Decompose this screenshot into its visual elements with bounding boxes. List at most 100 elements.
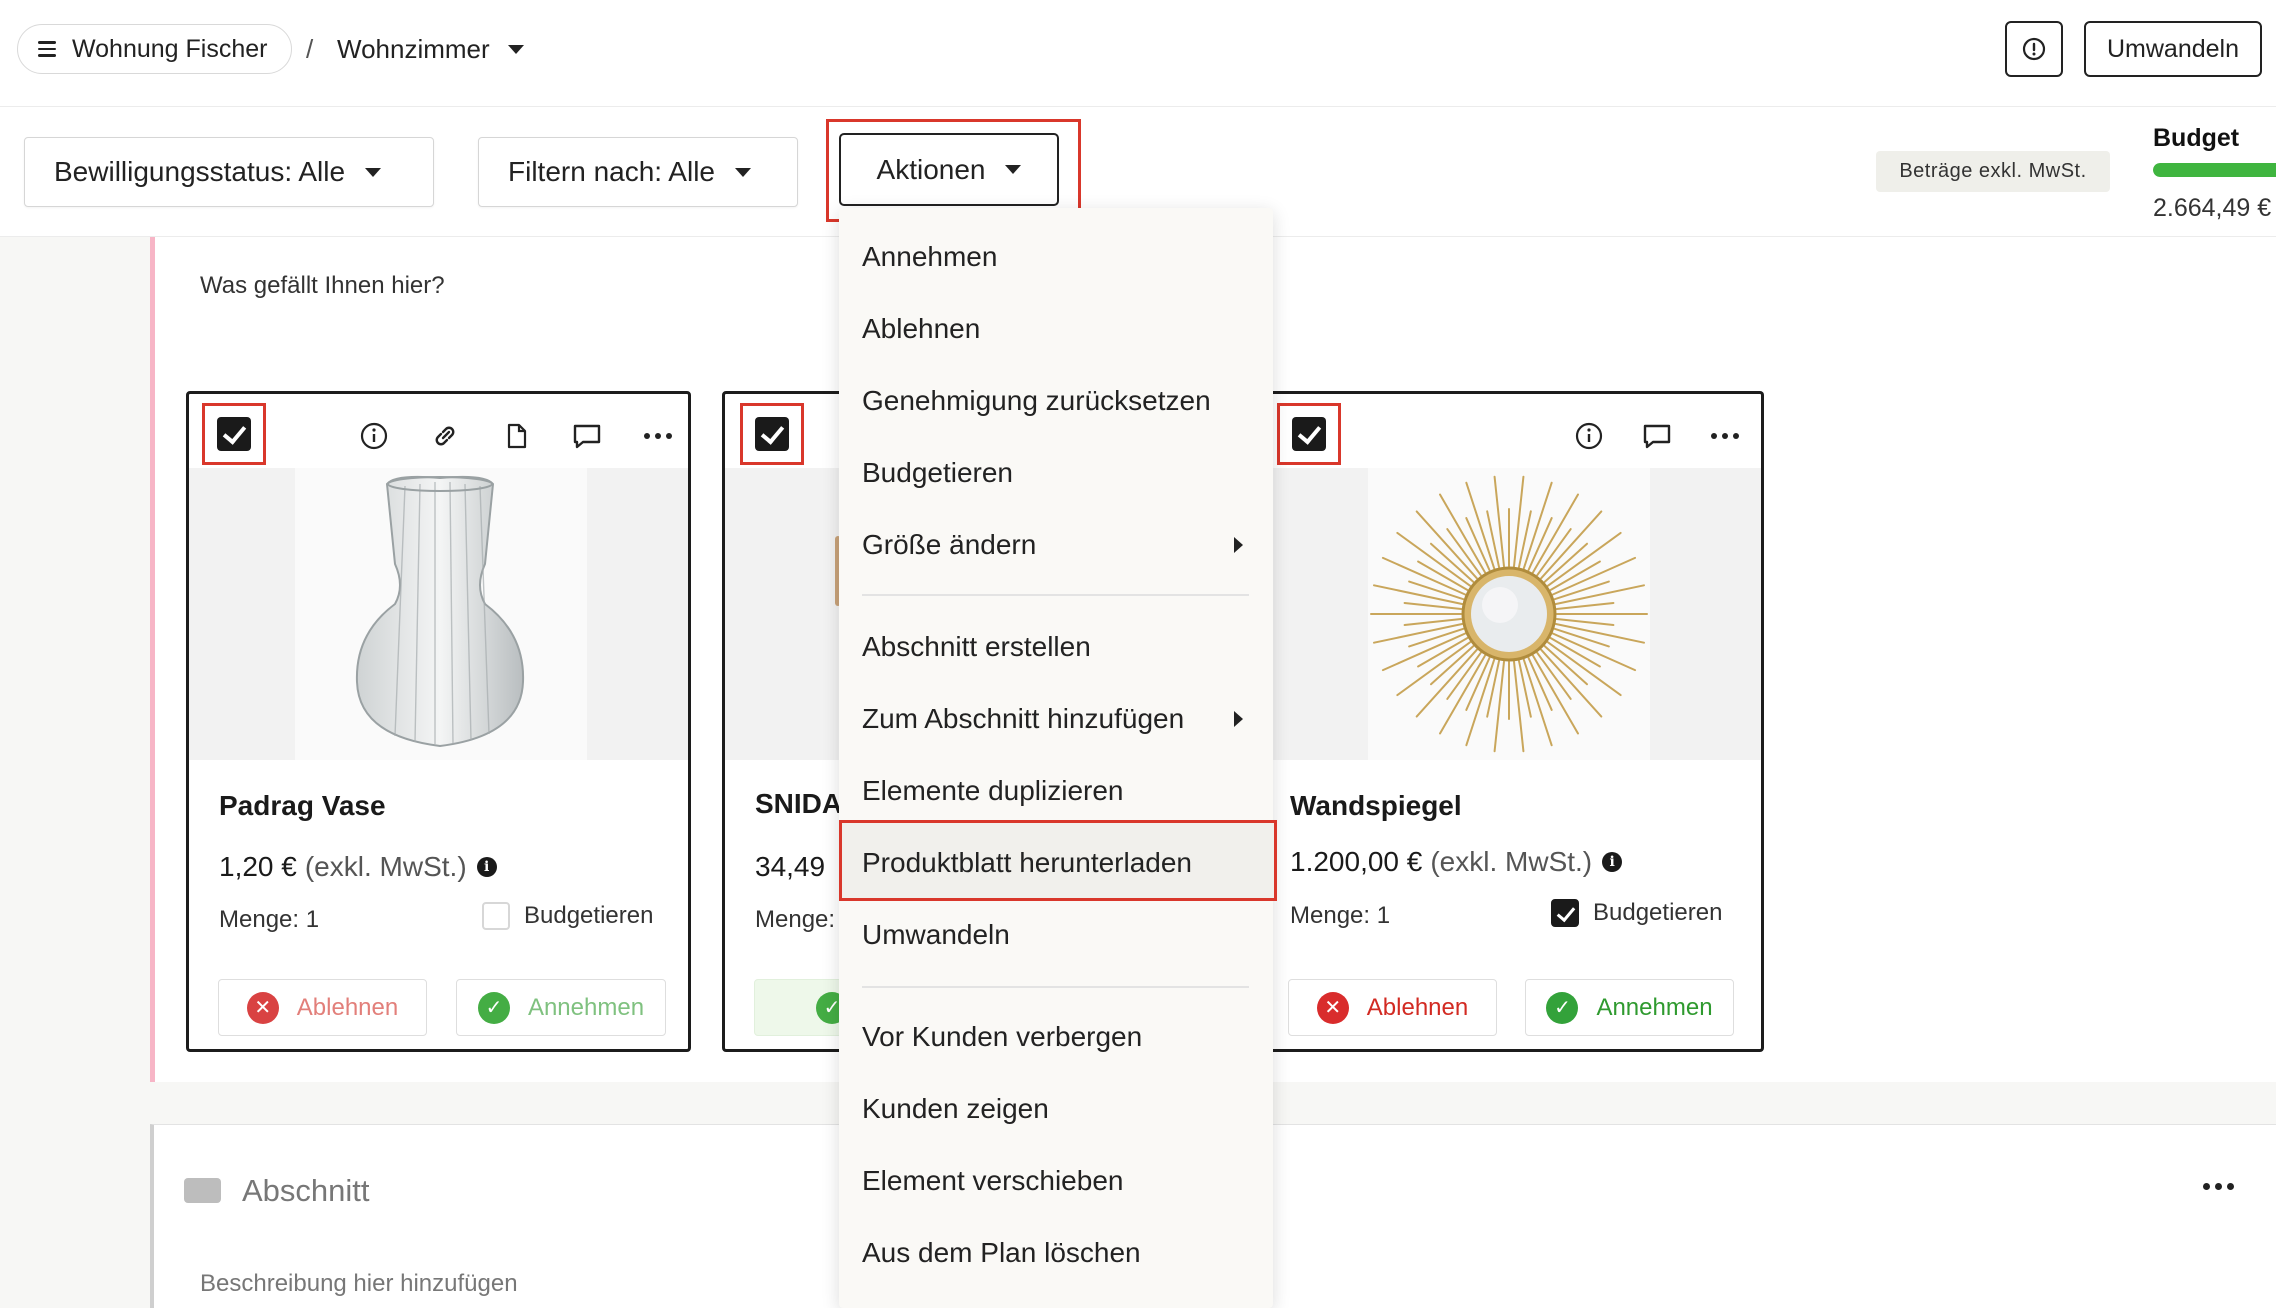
select-checkbox[interactable] xyxy=(217,417,251,451)
menu-item-label: Zum Abschnitt hinzufügen xyxy=(862,703,1185,734)
filter-by-dropdown[interactable]: Filtern nach: Alle xyxy=(478,137,798,207)
room-selector[interactable]: Wohnzimmer xyxy=(337,34,524,65)
product-card[interactable]: Wandspiegel 1.200,00 € (exkl. MwSt.) i M… xyxy=(1240,391,1764,1052)
info-circle-icon[interactable] xyxy=(1569,416,1609,456)
menu-item-label: Elemente duplizieren xyxy=(862,775,1124,806)
card-toolbar xyxy=(354,416,678,456)
product-quantity: Menge: 1 xyxy=(1290,902,1391,929)
menu-item[interactable]: Budgetieren xyxy=(839,442,1273,504)
product-quantity: Menge: 1 xyxy=(219,906,320,933)
menu-item-label: Annehmen xyxy=(862,241,998,272)
price-suffix: (exkl. MwSt.) xyxy=(304,851,467,882)
menu-item[interactable]: Größe ändern xyxy=(839,514,1273,576)
info-icon[interactable]: i xyxy=(1602,852,1623,872)
chevron-down-icon xyxy=(1005,165,1022,174)
budget-toggle[interactable]: Budgetieren xyxy=(482,902,653,930)
section-color-swatch[interactable] xyxy=(184,1178,221,1203)
menu-item[interactable]: Abschnitt erstellen xyxy=(839,616,1273,678)
section-prompt: Was gefällt Ihnen hier? xyxy=(200,272,445,299)
menu-item[interactable]: Kunden zeigen xyxy=(839,1078,1273,1140)
accept-label: Annehmen xyxy=(1596,993,1713,1021)
select-checkbox[interactable] xyxy=(1292,417,1326,451)
menu-item[interactable]: Zum Abschnitt hinzufügen xyxy=(839,688,1273,750)
budget-toggle[interactable]: Budgetieren xyxy=(1551,899,1722,927)
accept-label: Annehmen xyxy=(527,993,645,1021)
price-value: 1.200,00 € xyxy=(1290,846,1423,877)
select-checkbox-frame xyxy=(740,403,804,465)
close-icon: ✕ xyxy=(246,991,279,1024)
price-value: 34,49 xyxy=(755,851,826,882)
product-image xyxy=(189,468,688,760)
product-price: 34,49 xyxy=(755,851,825,883)
chevron-right-icon xyxy=(1234,711,1243,727)
menu-item-label: Größe ändern xyxy=(862,529,1037,560)
document-icon[interactable] xyxy=(496,416,536,456)
select-checkbox-frame xyxy=(1277,403,1341,465)
product-price: 1,20 € (exkl. MwSt.) i xyxy=(219,851,497,883)
menu-item[interactable]: Annehmen xyxy=(839,226,1273,288)
menu-item[interactable]: Umwandeln xyxy=(839,904,1273,966)
approval-status-label: Bewilligungsstatus: Alle xyxy=(54,156,346,187)
top-header: Wohnung Fischer / Wohnzimmer Umwandeln xyxy=(0,0,2276,107)
comment-icon[interactable] xyxy=(1637,416,1677,456)
menu-item[interactable]: Vor Kunden verbergen xyxy=(839,1006,1273,1068)
menu-item[interactable]: Produktblatt herunterladen xyxy=(839,832,1273,894)
product-image xyxy=(1240,468,1761,760)
actions-label: Aktionen xyxy=(876,153,986,185)
vase-image xyxy=(355,475,525,748)
menu-item-label: Produktblatt herunterladen xyxy=(862,847,1192,878)
reject-button[interactable]: ✕ Ablehnen xyxy=(218,979,427,1036)
reject-button[interactable]: ✕ Ablehnen xyxy=(1288,979,1497,1036)
more-icon[interactable] xyxy=(1705,416,1745,456)
amounts-excl-vat-badge: Beträge exkl. MwSt. xyxy=(1876,151,2110,192)
reject-label: Ablehnen xyxy=(1366,993,1469,1021)
section-title[interactable]: Abschnitt xyxy=(242,1173,370,1209)
link-icon[interactable] xyxy=(425,416,465,456)
menu-item[interactable]: Genehmigung zurücksetzen xyxy=(839,370,1273,432)
menu-item-label: Abschnitt erstellen xyxy=(862,631,1091,662)
product-card[interactable]: Padrag Vase 1,20 € (exkl. MwSt.) i Menge… xyxy=(186,391,691,1052)
info-circle-icon xyxy=(2022,37,2046,61)
section-description[interactable]: Beschreibung hier hinzufügen xyxy=(200,1270,518,1298)
menu-item-label: Budgetieren xyxy=(862,457,1014,488)
menu-item-label: Vor Kunden verbergen xyxy=(862,1021,1143,1052)
menu-item[interactable]: Ablehnen xyxy=(839,298,1273,360)
more-icon[interactable] xyxy=(2203,1183,2234,1190)
chevron-down-icon xyxy=(507,45,524,54)
accept-button[interactable]: ✓ Annehmen xyxy=(456,979,666,1036)
budget-progress-fill xyxy=(2153,163,2276,177)
convert-button[interactable]: Umwandeln xyxy=(2084,21,2262,77)
check-icon: ✓ xyxy=(477,991,510,1024)
comment-icon[interactable] xyxy=(567,416,607,456)
project-breadcrumb-button[interactable]: Wohnung Fischer xyxy=(17,24,292,74)
budget-checkbox[interactable] xyxy=(1551,899,1579,927)
menu-item-label: Genehmigung zurücksetzen xyxy=(862,385,1211,416)
approval-status-dropdown[interactable]: Bewilligungsstatus: Alle xyxy=(24,137,434,207)
menu-item[interactable]: Element verschieben xyxy=(839,1150,1273,1212)
info-icon[interactable]: i xyxy=(476,857,497,877)
price-suffix: (exkl. MwSt.) xyxy=(1430,846,1593,877)
accept-button[interactable]: ✓ Annehmen xyxy=(1525,979,1734,1036)
budget-toggle-label: Budgetieren xyxy=(1593,899,1723,926)
select-checkbox[interactable] xyxy=(755,417,789,451)
budget-progress-bar xyxy=(2153,163,2276,177)
chevron-right-icon xyxy=(1234,537,1243,553)
menu-item-label: Ablehnen xyxy=(862,313,981,344)
budget-checkbox[interactable] xyxy=(482,902,510,930)
budget-value: 2.664,49 € xyxy=(2153,194,2272,222)
info-circle-icon[interactable] xyxy=(354,416,394,456)
product-price: 1.200,00 € (exkl. MwSt.) i xyxy=(1290,846,1623,878)
product-name: Padrag Vase xyxy=(219,790,386,821)
room-name: Wohnzimmer xyxy=(337,34,490,64)
menu-divider xyxy=(862,986,1249,988)
breadcrumb-separator: / xyxy=(306,34,314,64)
select-checkbox-frame xyxy=(202,403,266,465)
check-icon: ✓ xyxy=(1546,991,1579,1024)
product-name: Wandspiegel xyxy=(1290,790,1462,821)
more-icon[interactable] xyxy=(638,416,678,456)
product-name: SNIDA xyxy=(755,788,843,819)
actions-dropdown-button[interactable]: Aktionen xyxy=(839,133,1059,206)
menu-item[interactable]: Elemente duplizieren xyxy=(839,760,1273,822)
info-button[interactable] xyxy=(2005,21,2063,77)
menu-item[interactable]: Aus dem Plan löschen xyxy=(839,1222,1273,1284)
